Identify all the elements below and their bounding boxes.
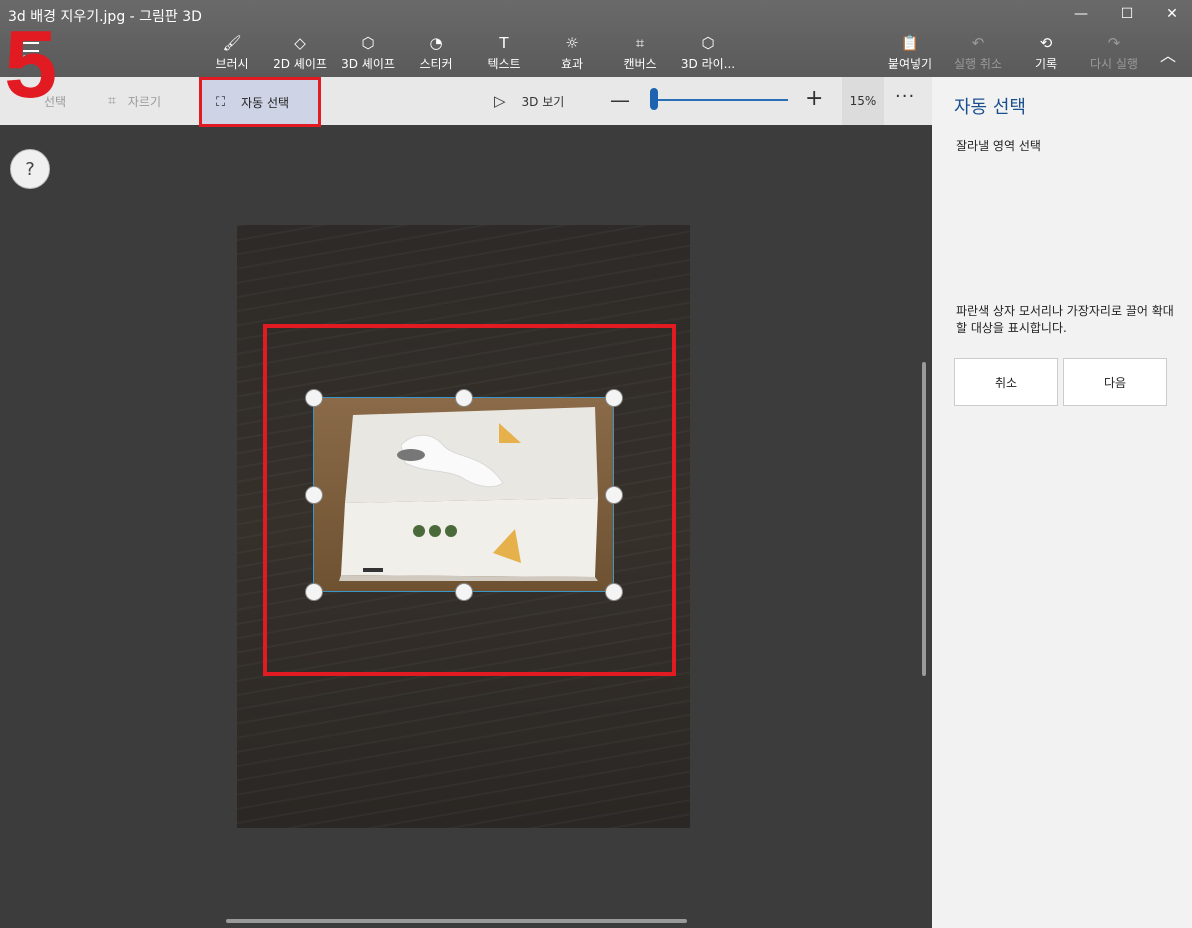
resize-handle-bottom-left[interactable]	[305, 583, 323, 601]
horizontal-scrollbar[interactable]	[226, 919, 687, 923]
next-button[interactable]: 다음	[1063, 358, 1167, 406]
tool-text[interactable]: T 텍스트	[470, 32, 538, 74]
tool-sticker[interactable]: ◔ 스티커	[402, 32, 470, 74]
zoom-slider-thumb[interactable]	[650, 88, 658, 110]
effects-icon: ☼	[565, 34, 579, 52]
canvas-icon: ⌗	[635, 34, 645, 52]
3d-shapes-icon: ⬡	[361, 34, 375, 52]
autoselect-label: 자동 선택	[241, 95, 290, 110]
resize-handle-bottom-right[interactable]	[605, 583, 623, 601]
vertical-scrollbar[interactable]	[922, 362, 926, 676]
text-icon: T	[499, 34, 509, 52]
zoom-out-button[interactable]: —	[610, 88, 630, 112]
step-number-annotation: 5	[4, 11, 58, 118]
tool-label: 텍스트	[487, 57, 521, 71]
paste-icon: 📋	[900, 34, 920, 52]
tool-canvas[interactable]: ⌗ 캔버스	[606, 32, 674, 74]
tool-label: 효과	[560, 57, 584, 71]
undo-label: 실행 취소	[954, 57, 1002, 71]
history-icon: ⟲	[1039, 34, 1053, 52]
resize-handle-top-right[interactable]	[605, 389, 623, 407]
autoselect-icon: ⛶	[216, 94, 226, 110]
collapse-toolbar-button[interactable]: ︿	[1160, 42, 1176, 66]
tool-label: 캔버스	[623, 57, 657, 71]
history-label: 기록	[1034, 57, 1058, 71]
paste-label: 붙여넣기	[887, 57, 933, 71]
crop-label: 자르기	[127, 94, 162, 109]
resize-handle-right[interactable]	[605, 486, 623, 504]
zoom-in-button[interactable]: +	[805, 86, 823, 111]
tool-label: 2D 셰이프	[273, 57, 327, 71]
close-button[interactable]: ✕	[1149, 0, 1192, 28]
minimize-button[interactable]: —	[1058, 0, 1104, 28]
side-panel: 자동 선택 잘라낼 영역 선택 파란색 상자 모서리나 가장자리로 끌어 확대할…	[932, 77, 1192, 928]
undo-button[interactable]: ↶ 실행 취소	[944, 32, 1012, 74]
view-3d-button[interactable]: ▷ 3D 보기	[494, 77, 564, 125]
tool-2d-shapes[interactable]: ◇ 2D 셰이프	[266, 32, 334, 74]
2d-shapes-icon: ◇	[294, 34, 306, 52]
3d-library-icon: ⬡	[701, 34, 715, 52]
view-3d-label: 3D 보기	[521, 94, 565, 109]
maximize-button[interactable]: ☐	[1104, 0, 1150, 28]
tool-3d-shapes[interactable]: ⬡ 3D 셰이프	[334, 32, 402, 74]
more-options-button[interactable]: ···	[895, 86, 915, 107]
sub-toolbar: 선택 ⌗ 자르기	[0, 77, 932, 125]
autoselect-button[interactable]: ⛶ 자동 선택	[199, 77, 321, 127]
crop-icon: ⌗	[108, 93, 116, 109]
tool-effects[interactable]: ☼ 효과	[538, 32, 606, 74]
tool-label: 3D 라이...	[680, 57, 736, 71]
view-3d-icon: ▷	[494, 92, 506, 110]
paste-button[interactable]: 📋 붙여넣기	[876, 32, 944, 74]
panel-description: 파란색 상자 모서리나 가장자리로 끌어 확대할 대상을 표시합니다.	[956, 304, 1174, 335]
title-bar: 3d 배경 지우기.jpg - 그림판 3D — ☐ ✕ 메뉴 🖌 브러시 ◇ …	[0, 0, 1192, 77]
resize-handle-top[interactable]	[455, 389, 473, 407]
undo-icon: ↶	[971, 34, 985, 52]
crop-button[interactable]: ⌗ 자르기	[108, 77, 161, 125]
cancel-button[interactable]: 취소	[954, 358, 1058, 406]
tool-label: 스티커	[419, 57, 453, 71]
tool-label: 3D 셰이프	[341, 57, 395, 71]
tool-label: 브러시	[215, 57, 249, 71]
resize-handle-top-left[interactable]	[305, 389, 323, 407]
redo-button[interactable]: ↷ 다시 실행	[1080, 32, 1148, 74]
brush-icon: 🖌	[222, 34, 242, 52]
redo-icon: ↷	[1107, 34, 1121, 52]
resize-handle-left[interactable]	[305, 486, 323, 504]
zoom-level[interactable]: 15%	[842, 77, 884, 125]
redo-label: 다시 실행	[1090, 57, 1138, 71]
panel-title: 자동 선택	[954, 97, 1026, 118]
panel-subtitle: 잘라낼 영역 선택	[956, 139, 1041, 153]
tool-3d-library[interactable]: ⬡ 3D 라이...	[674, 32, 742, 74]
history-button[interactable]: ⟲ 기록	[1012, 32, 1080, 74]
tool-brush[interactable]: 🖌 브러시	[198, 32, 266, 74]
help-button[interactable]: ?	[10, 149, 50, 189]
resize-handle-bottom[interactable]	[455, 583, 473, 601]
zoom-slider-track[interactable]	[650, 99, 788, 101]
sticker-icon: ◔	[429, 34, 443, 52]
